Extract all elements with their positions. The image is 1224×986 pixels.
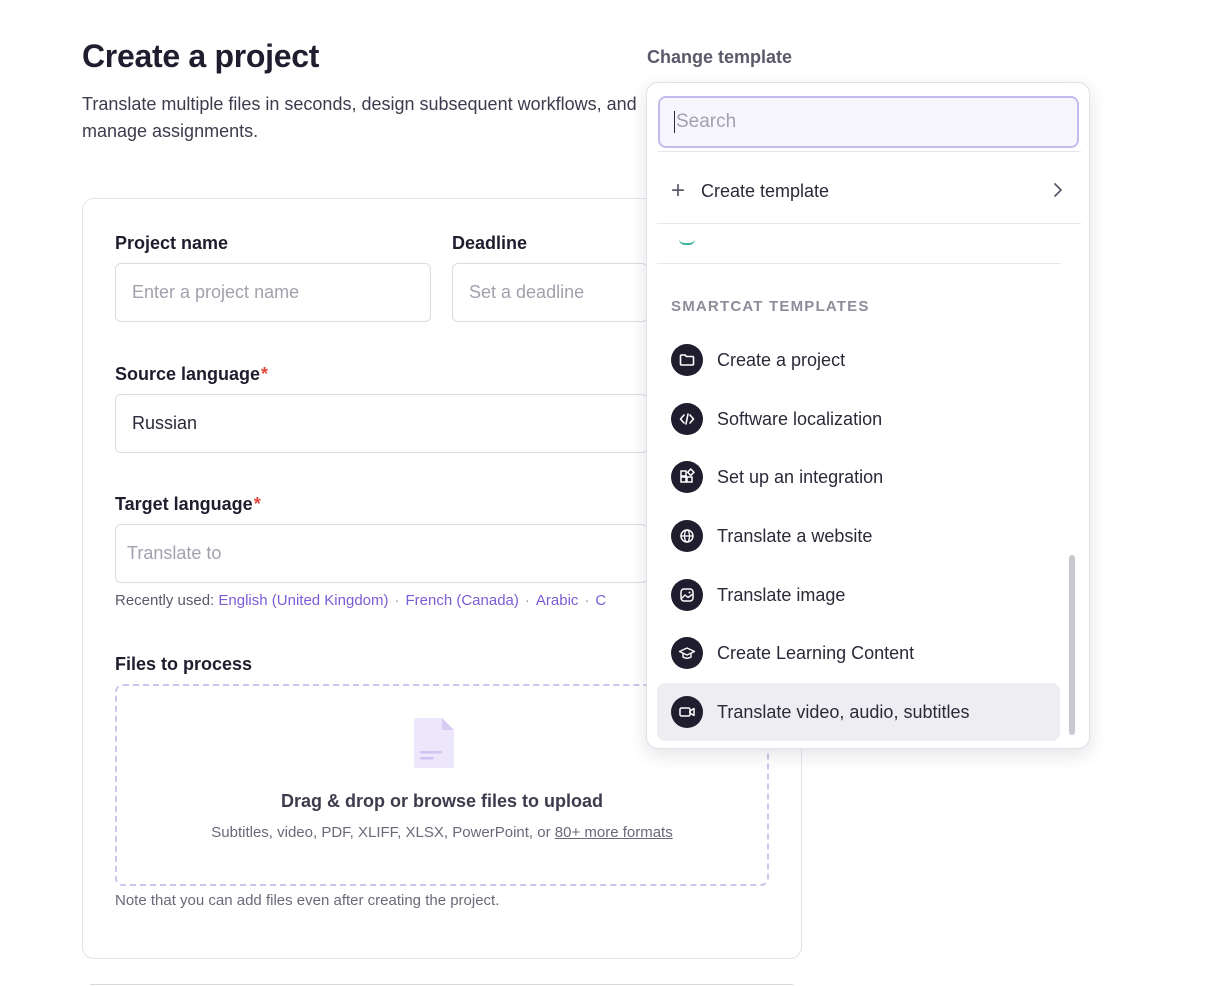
divider — [657, 151, 1081, 152]
more-formats-link[interactable]: 80+ more formats — [555, 824, 673, 841]
text-caret — [674, 111, 675, 133]
recently-used-languages: Recently used: English (United Kingdom) ·… — [115, 592, 606, 609]
create-template-label: Create template — [701, 180, 830, 201]
template-item-learning-content[interactable]: Create Learning Content — [657, 624, 1060, 682]
template-item-create-project[interactable]: Create a project — [657, 331, 1060, 389]
video-icon — [671, 696, 703, 728]
separator: · — [524, 592, 530, 609]
target-language-label: Target language* — [115, 494, 261, 514]
deadline-label: Deadline — [452, 233, 528, 253]
separator: · — [584, 592, 590, 609]
recent-language-link[interactable]: Arabic — [536, 592, 579, 609]
file-icon — [414, 718, 454, 768]
divider — [90, 984, 793, 985]
code-icon — [671, 403, 703, 435]
dropzone-subtitle: Subtitles, video, PDF, XLIFF, XLSX, Powe… — [211, 824, 673, 841]
divider — [657, 223, 1081, 224]
template-item-software-localization[interactable]: Software localization — [657, 390, 1060, 448]
create-template-item[interactable]: + Create template — [657, 163, 1081, 219]
folder-icon — [671, 344, 703, 376]
chevron-right-icon — [1054, 183, 1062, 197]
template-item-image[interactable]: Translate image — [657, 566, 1060, 624]
required-mark: * — [253, 494, 261, 514]
template-item-label: Create a project — [717, 349, 846, 370]
template-item-label: Translate a website — [717, 525, 873, 546]
integration-icon — [671, 461, 703, 493]
template-icon-partial — [679, 239, 695, 245]
change-template-label[interactable]: Change template — [647, 47, 792, 68]
source-language-label: Source language* — [115, 364, 269, 384]
template-item-label: Create Learning Content — [717, 642, 915, 663]
plus-icon: + — [671, 177, 686, 204]
divider — [657, 263, 1061, 264]
target-language-input[interactable]: Translate to — [115, 524, 648, 583]
project-name-input[interactable]: Enter a project name — [115, 263, 431, 322]
files-note: Note that you can add files even after c… — [115, 892, 500, 909]
deadline-input[interactable]: Set a deadline — [452, 263, 648, 322]
recently-used-label: Recently used: — [115, 592, 215, 609]
template-item-website[interactable]: Translate a website — [657, 507, 1060, 565]
required-mark: * — [261, 364, 269, 384]
source-language-select[interactable]: Russian — [115, 394, 648, 453]
page-title: Create a project — [82, 38, 320, 74]
page-description: Translate multiple files in seconds, des… — [82, 94, 637, 141]
separator: · — [394, 592, 400, 609]
template-dropdown: Search + Create template SMARTCAT TEMPLA… — [646, 82, 1090, 749]
graduation-cap-icon — [671, 637, 703, 669]
template-item-label: Translate image — [717, 584, 846, 605]
dropzone-title: Drag & drop or browse files to upload — [280, 791, 604, 811]
dropdown-scrollbar[interactable] — [1069, 555, 1075, 735]
section-title: SMARTCAT TEMPLATES — [671, 298, 870, 315]
template-item-video[interactable]: Translate video, audio, subtitles — [657, 683, 1060, 741]
globe-icon — [671, 520, 703, 552]
recent-language-link[interactable]: C — [595, 592, 606, 609]
template-item-integration[interactable]: Set up an integration — [657, 448, 1060, 506]
recent-language-link[interactable]: English (United Kingdom) — [218, 592, 388, 609]
template-search-input[interactable]: Search — [658, 96, 1079, 148]
template-item-label: Translate video, audio, subtitles — [717, 701, 970, 722]
recent-language-link[interactable]: French (Canada) — [406, 592, 519, 609]
template-item-label: Set up an integration — [717, 466, 884, 487]
files-label: Files to process — [115, 654, 253, 674]
image-icon — [671, 579, 703, 611]
project-name-label: Project name — [115, 233, 229, 253]
template-item-label: Software localization — [717, 408, 883, 429]
